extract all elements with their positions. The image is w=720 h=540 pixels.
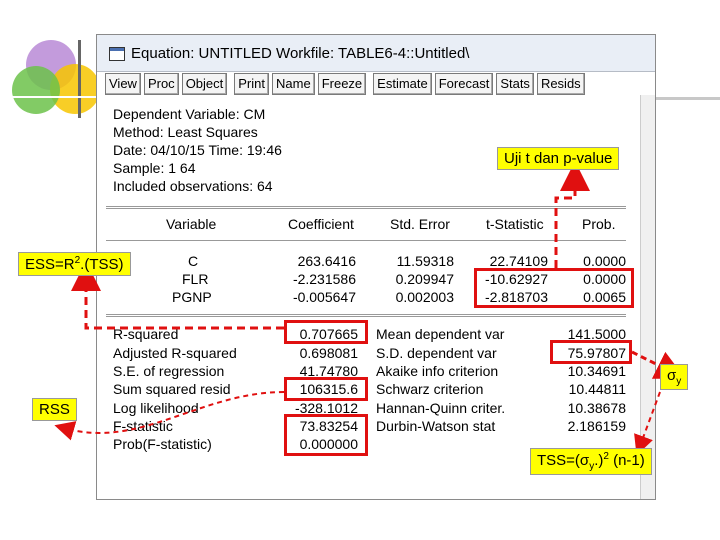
coef-coefficient: 263.6416: [297, 253, 356, 269]
col-header-t-statistic: t-Statistic: [486, 216, 544, 232]
sd-dependent-highlight-box: [550, 340, 632, 364]
logo-divider-line: [78, 40, 81, 118]
col-header-variable: Variable: [166, 216, 217, 232]
coef-t-statistic: 22.74109: [489, 253, 548, 269]
uji-t-text: Uji t dan p-value: [504, 150, 613, 167]
tss-mid: .): [594, 452, 604, 469]
sample-line: Sample: 1 64: [113, 160, 196, 176]
stat-label: Adjusted R-squared: [113, 345, 237, 361]
rss-text: RSS: [39, 401, 70, 418]
estimate-button[interactable]: Estimate: [373, 73, 432, 95]
uji-t-annotation: Uji t dan p-value: [497, 147, 620, 170]
tss-annotation: TSS=(σy.)2 (n-1): [530, 448, 652, 475]
equation-toolbar: View Proc Object Print Name Freeze Estim…: [105, 73, 585, 95]
table-rule-top2: [106, 208, 626, 209]
proc-button[interactable]: Proc: [143, 73, 179, 95]
sigma-annotation: σy: [660, 364, 689, 390]
freeze-button[interactable]: Freeze: [317, 73, 367, 95]
tstat-prob-highlight-box: [474, 268, 634, 308]
coef-std-error: 0.209947: [395, 271, 454, 287]
stat-label: Durbin-Watson stat: [376, 418, 496, 434]
ess-suffix: .(TSS): [80, 256, 124, 273]
coef-coefficient: -0.005647: [292, 289, 356, 305]
coef-coefficient: -2.231586: [292, 271, 356, 287]
stats-button[interactable]: Stats: [496, 73, 534, 95]
coef-std-error: 0.002003: [395, 289, 454, 305]
stat-value: 10.34691: [567, 363, 626, 379]
window-icon: [109, 47, 125, 61]
stat-label: Log likelihood: [113, 400, 199, 416]
tss-suffix: (n-1): [608, 452, 645, 469]
stat-label: S.E. of regression: [113, 363, 225, 379]
tss-prefix: TSS=(σ: [537, 452, 590, 469]
date-line: Date: 04/10/15 Time: 19:46: [113, 142, 282, 158]
ess-prefix: ESS=R: [25, 256, 75, 273]
table-rule-top: [106, 206, 626, 207]
stat-label: Prob(F-statistic): [113, 436, 212, 452]
stat-label: Akaike info criterion: [376, 363, 499, 379]
method-line: Method: Least Squares: [113, 124, 258, 140]
stat-label: Hannan-Quinn criter.: [376, 400, 506, 416]
stat-value: 10.44811: [568, 381, 626, 397]
sigma-subscript: y: [676, 376, 682, 387]
rss-annotation: RSS: [32, 398, 77, 421]
view-button[interactable]: View: [105, 73, 141, 95]
stat-label: R-squared: [113, 326, 179, 342]
coef-variable: FLR: [182, 271, 209, 287]
coef-variable: C: [188, 253, 199, 269]
col-header-std-error: Std. Error: [390, 216, 450, 232]
stat-label: Mean dependent var: [376, 326, 505, 342]
table-rule-bottom: [106, 314, 626, 315]
print-button[interactable]: Print: [234, 73, 269, 95]
rss-highlight-box: [284, 377, 368, 401]
stat-value: 0.698081: [299, 345, 358, 361]
r-squared-highlight-box: [284, 320, 368, 344]
resids-button[interactable]: Resids: [536, 73, 585, 95]
stat-value: 10.38678: [567, 400, 626, 416]
object-button[interactable]: Object: [181, 73, 228, 95]
stat-label: Schwarz criterion: [376, 381, 484, 397]
sigma-text: σ: [667, 367, 677, 384]
col-header-coefficient: Coefficient: [288, 216, 354, 232]
observations-line: Included observations: 64: [113, 178, 273, 194]
coef-prob: 0.0000: [583, 253, 626, 269]
stat-label: Sum squared resid: [113, 381, 231, 397]
coef-std-error: 11.59318: [396, 253, 454, 269]
window-title: Equation: UNTITLED Workfile: TABLE6-4::U…: [131, 45, 470, 62]
f-stat-highlight-box: [284, 414, 368, 456]
dependent-variable-line: Dependent Variable: CM: [113, 106, 266, 122]
forecast-button[interactable]: Forecast: [434, 73, 494, 95]
name-button[interactable]: Name: [272, 73, 315, 95]
stat-value: 2.186159: [567, 418, 626, 434]
ess-annotation: ESS=R2.(TSS): [18, 252, 131, 276]
logo-green-circle: [12, 66, 60, 114]
stat-label: F-statistic: [113, 418, 173, 434]
col-header-prob: Prob.: [582, 216, 616, 232]
slide-right-bar: [656, 97, 720, 100]
vertical-scrollbar[interactable]: [640, 95, 655, 499]
table-rule-bottom2: [106, 316, 626, 317]
table-rule-mid: [106, 240, 626, 241]
coef-variable: PGNP: [172, 289, 212, 305]
window-titlebar[interactable]: Equation: UNTITLED Workfile: TABLE6-4::U…: [97, 35, 655, 72]
stat-label: S.D. dependent var: [376, 345, 497, 361]
